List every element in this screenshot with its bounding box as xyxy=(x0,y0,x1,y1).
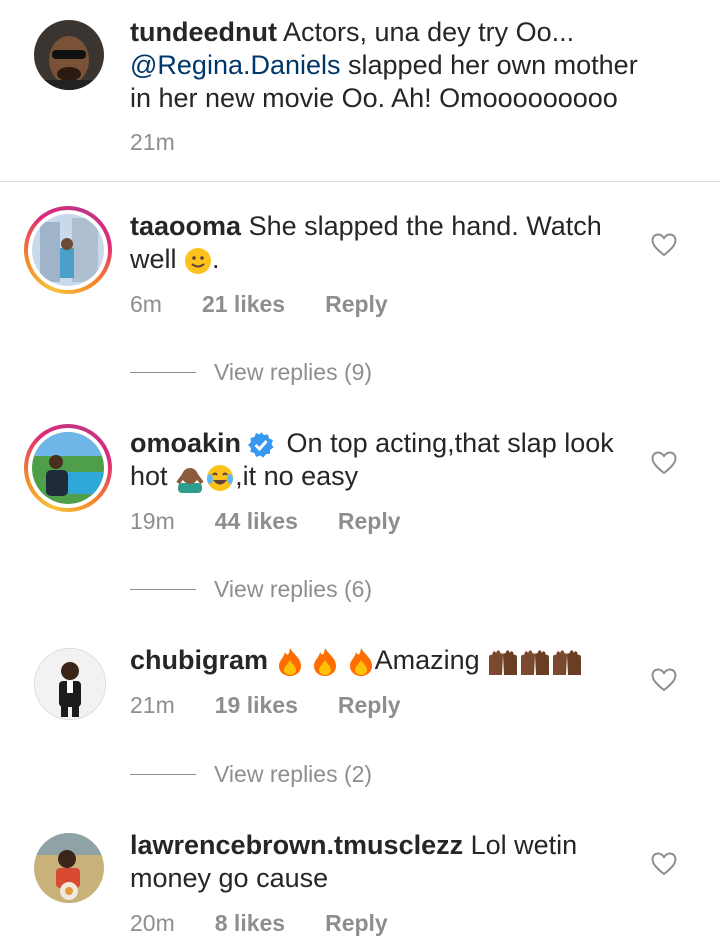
replies-line xyxy=(130,589,196,590)
comment-line2: hot xyxy=(130,461,168,491)
avatar-omoakin[interactable] xyxy=(24,424,112,512)
comment-line2: money go cause xyxy=(130,863,329,893)
comment-meta: 6m 21 likes Reply xyxy=(130,291,388,318)
comment-meta: 21m 19 likes Reply xyxy=(130,692,401,719)
view-replies-button[interactable]: View replies (6) xyxy=(130,576,372,603)
heart-icon[interactable] xyxy=(651,852,677,876)
mention-link[interactable]: @Regina.Daniels xyxy=(130,50,341,80)
comment-lawrencebrown-text: lawrencebrown.tmusclezz Lol wetin money … xyxy=(130,829,650,895)
comment-time: 19m xyxy=(130,508,175,534)
comment-line2: well xyxy=(130,244,177,274)
raised-hands-emoji xyxy=(521,650,550,675)
avatar-lawrencebrown[interactable] xyxy=(34,833,104,903)
replies-line xyxy=(130,774,196,775)
raised-hands-emoji xyxy=(489,650,518,675)
slight-smile-emoji xyxy=(185,247,212,274)
comment-time: 21m xyxy=(130,692,175,718)
fire-emoji xyxy=(314,647,337,676)
verified-badge-icon xyxy=(248,431,274,458)
caption-text-1: Actors, una dey try Oo... xyxy=(283,17,575,47)
avatar-taaooma[interactable] xyxy=(24,206,112,294)
tears-of-joy-emoji xyxy=(207,464,234,491)
comment-taaooma-text: taaooma She slapped the hand. Watch well… xyxy=(130,210,650,276)
comment-username[interactable]: lawrencebrown.tmusclezz xyxy=(130,830,463,860)
reply-button[interactable]: Reply xyxy=(325,910,388,937)
caption-username[interactable]: tundeednut xyxy=(130,17,277,47)
comment-chubigram-text: chubigram Amazing xyxy=(130,644,650,677)
view-replies-label: View replies (6) xyxy=(214,576,373,602)
heart-icon[interactable] xyxy=(651,233,677,257)
likes-count[interactable]: 8 likes xyxy=(215,910,285,937)
caption-divider xyxy=(0,181,720,182)
comment-line1: Amazing xyxy=(374,645,480,675)
comment-username[interactable]: chubigram xyxy=(130,645,268,675)
avatar-tundeednut[interactable] xyxy=(34,20,104,90)
caption-time: 21m xyxy=(130,129,175,155)
heart-icon[interactable] xyxy=(651,451,677,475)
fire-emoji xyxy=(349,647,372,676)
avatar-chubigram[interactable] xyxy=(34,648,106,720)
replies-line xyxy=(130,372,196,373)
view-replies-label: View replies (2) xyxy=(214,761,373,787)
reply-button[interactable]: Reply xyxy=(338,692,401,719)
view-replies-label: View replies (9) xyxy=(214,359,373,385)
comment-line1: On top acting,that slap look xyxy=(286,428,614,458)
comment-omoakin-text: omoakin On top acting,that slap look hot… xyxy=(130,427,650,493)
fire-emoji xyxy=(278,647,301,676)
likes-count[interactable]: 19 likes xyxy=(215,692,298,719)
comment-meta: 19m 44 likes Reply xyxy=(130,508,401,535)
heart-icon[interactable] xyxy=(651,668,677,692)
caption-text-3: in her new movie Oo. Ah! Omooooooooo xyxy=(130,83,618,113)
comment-username[interactable]: taaooma xyxy=(130,211,241,241)
comment-line1: Lol wetin xyxy=(470,830,578,860)
comment-line1: She slapped the hand. Watch xyxy=(248,211,602,241)
likes-count[interactable]: 21 likes xyxy=(202,291,285,318)
comment-time: 6m xyxy=(130,291,162,317)
view-replies-button[interactable]: View replies (9) xyxy=(130,359,372,386)
view-replies-button[interactable]: View replies (2) xyxy=(130,761,372,788)
caption-text-2: slapped her own mother xyxy=(340,50,638,80)
reply-button[interactable]: Reply xyxy=(338,508,401,535)
reply-button[interactable]: Reply xyxy=(325,291,388,318)
comment-line2-suffix: . xyxy=(212,244,220,274)
likes-count[interactable]: 44 likes xyxy=(215,508,298,535)
comment-time: 20m xyxy=(130,910,175,936)
comment-username[interactable]: omoakin xyxy=(130,428,241,458)
caption-text: tundeednut Actors, una dey try Oo... @Re… xyxy=(130,16,650,115)
comment-meta: 20m 8 likes Reply xyxy=(130,910,388,937)
man-gesturing-no-emoji xyxy=(176,467,204,493)
caption-meta: 21m xyxy=(130,129,175,156)
raised-hands-emoji xyxy=(553,650,582,675)
comment-line2-suffix: ,it no easy xyxy=(235,461,359,491)
